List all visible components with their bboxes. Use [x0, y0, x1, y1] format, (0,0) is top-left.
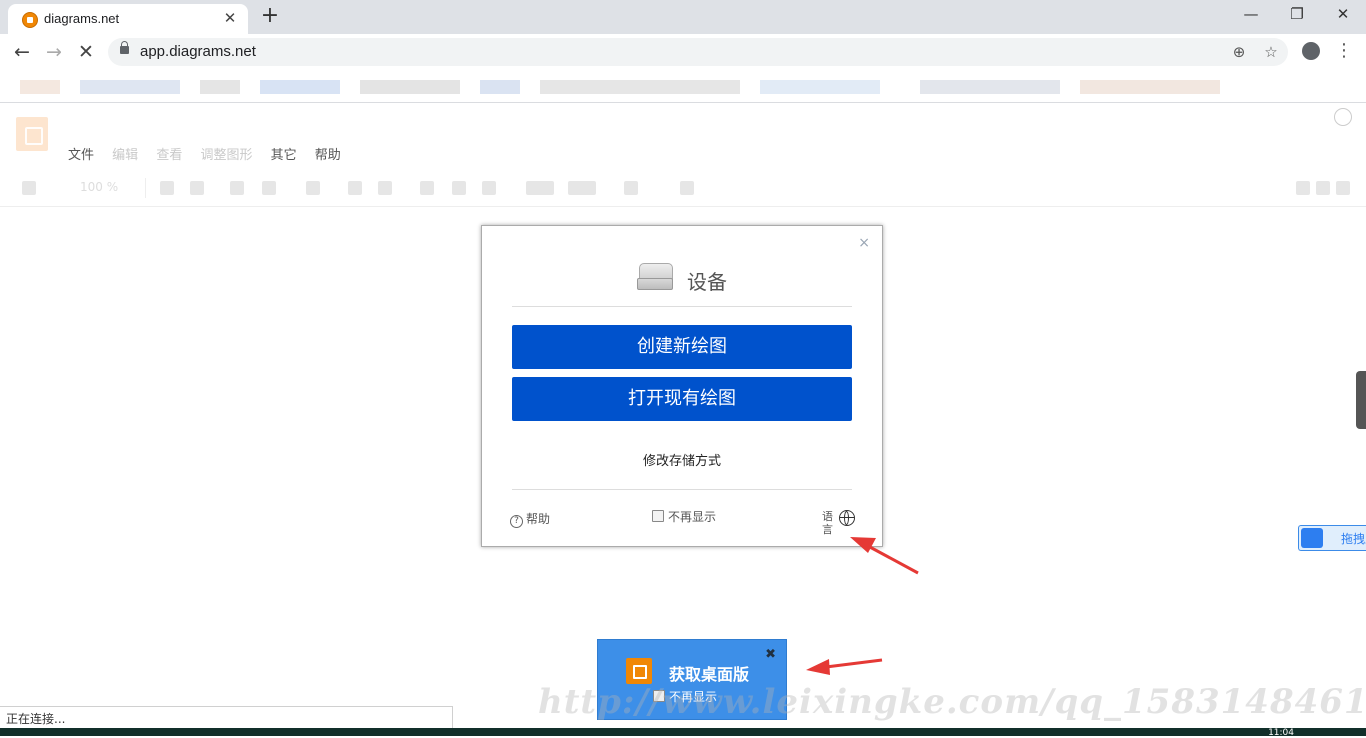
minimize-button[interactable]: —	[1228, 0, 1274, 30]
language-globe-icon[interactable]	[1334, 108, 1352, 126]
bookmark-item[interactable]	[200, 80, 240, 94]
drawio-logo-icon	[16, 117, 48, 151]
menu-help[interactable]: 帮助	[315, 148, 341, 163]
format-toggle-icon[interactable]	[1316, 181, 1330, 195]
tab-close-icon[interactable]: ✕	[220, 8, 240, 28]
profile-avatar-icon[interactable]	[1302, 42, 1320, 60]
arrow-to-banner	[806, 658, 883, 675]
menu-file[interactable]: 文件	[68, 148, 94, 163]
upload-label: 拖拽上传	[1341, 532, 1366, 546]
divider	[512, 306, 852, 307]
banner-close-icon[interactable]: ✖	[765, 647, 776, 662]
bookmark-item[interactable]	[1080, 80, 1220, 94]
dialog-close-icon[interactable]: ×	[858, 235, 870, 251]
drawio-logo-icon	[626, 658, 652, 684]
open-existing-diagram-button[interactable]: 打开现有绘图	[512, 377, 852, 421]
url-text: app.diagrams.net	[140, 43, 256, 60]
insert-plus-icon[interactable]	[624, 181, 638, 195]
bookmark-item[interactable]	[920, 80, 1060, 94]
menu-extras[interactable]: 其它	[271, 148, 297, 163]
menu-arrange[interactable]: 调整图形	[200, 148, 252, 163]
bookmark-item[interactable]	[20, 80, 60, 94]
connection-icon[interactable]	[526, 181, 554, 195]
zoom-level[interactable]: 100 %	[80, 180, 118, 194]
bookmark-item[interactable]	[760, 80, 880, 94]
bookmark-item[interactable]	[480, 80, 520, 94]
forward-arrow-icon[interactable]: →	[40, 38, 68, 66]
zoom-out-icon[interactable]	[190, 181, 204, 195]
create-new-diagram-button[interactable]: 创建新绘图	[512, 325, 852, 369]
bookmarks-bar	[0, 70, 1366, 103]
dont-show-again-checkbox[interactable]: 不再显示	[652, 508, 716, 525]
bookmark-item[interactable]	[80, 80, 180, 94]
back-arrow-icon[interactable]: ←	[8, 38, 36, 66]
line-color-icon[interactable]	[452, 181, 466, 195]
device-drive-icon	[637, 263, 673, 290]
checkbox-box[interactable]	[652, 510, 664, 522]
install-app-icon[interactable]: ⊕	[1230, 43, 1248, 61]
watermark: http://www.leixingke.com/qq_158314846123…	[538, 682, 1366, 722]
browser-status-bar: 正在连接...	[0, 706, 453, 730]
browser-tab-strip: diagrams.net ✕ + — ❐ ✕	[0, 0, 1366, 34]
cloud-upload-icon	[1301, 528, 1323, 548]
browser-menu-icon[interactable]: ⋮	[1334, 40, 1354, 64]
zoom-in-icon[interactable]	[160, 181, 174, 195]
upload-side-widget[interactable]: 拖拽上传	[1298, 525, 1366, 551]
menu-edit[interactable]: 编辑	[112, 148, 138, 163]
diagrams-favicon-icon	[22, 12, 38, 28]
tab-title: diagrams.net	[44, 11, 120, 26]
new-tab-button[interactable]: +	[258, 5, 282, 29]
taskbar-clock: 11:04	[1268, 728, 1294, 738]
status-text: 正在连接...	[6, 712, 66, 726]
os-taskbar	[0, 728, 1366, 736]
bookmark-star-icon[interactable]: ☆	[1262, 43, 1280, 61]
side-scroll-handle[interactable]	[1356, 371, 1366, 429]
browser-tab[interactable]: diagrams.net ✕	[8, 4, 248, 34]
undo-icon[interactable]	[230, 181, 244, 195]
to-front-icon[interactable]	[348, 181, 362, 195]
bookmark-item[interactable]	[360, 80, 460, 94]
fill-color-icon[interactable]	[420, 181, 434, 195]
fullscreen-icon[interactable]	[1296, 181, 1310, 195]
app-toolbar: 100 %	[0, 170, 1366, 207]
bookmark-item[interactable]	[260, 80, 340, 94]
format-panel-icon[interactable]	[22, 181, 36, 195]
storage-dialog: × 设备 创建新绘图 打开现有绘图 修改存储方式 ? 帮助 不再显示 语言	[481, 225, 883, 547]
help-link[interactable]: ? 帮助	[510, 510, 550, 528]
dont-show-label: 不再显示	[668, 510, 717, 524]
menu-view[interactable]: 查看	[156, 148, 182, 163]
dialog-title: 设备	[687, 270, 727, 294]
change-storage-link[interactable]: 修改存储方式	[482, 450, 882, 469]
table-icon[interactable]	[680, 181, 694, 195]
stop-loading-icon[interactable]: ✕	[72, 38, 100, 66]
delete-icon[interactable]	[306, 181, 320, 195]
to-back-icon[interactable]	[378, 181, 392, 195]
bookmark-item[interactable]	[540, 80, 740, 94]
address-bar[interactable]: app.diagrams.net ⊕ ☆	[108, 38, 1288, 66]
waypoints-icon[interactable]	[568, 181, 596, 195]
divider	[512, 489, 852, 490]
help-label: 帮助	[526, 512, 551, 526]
language-label[interactable]: 语言	[822, 510, 836, 536]
redo-icon[interactable]	[262, 181, 276, 195]
restore-button[interactable]: ❐	[1274, 0, 1320, 30]
language-globe-icon[interactable]	[839, 510, 855, 526]
collapse-chevron-icon[interactable]	[1336, 181, 1350, 195]
shadow-icon[interactable]	[482, 181, 496, 195]
window-close-button[interactable]: ✕	[1320, 0, 1366, 30]
browser-toolbar: ← → ✕ app.diagrams.net ⊕ ☆	[0, 34, 1366, 70]
help-circle-icon: ?	[510, 515, 523, 528]
app-menubar: 文件 编辑 查看 调整图形 其它 帮助	[68, 144, 355, 163]
lock-icon	[120, 41, 129, 54]
